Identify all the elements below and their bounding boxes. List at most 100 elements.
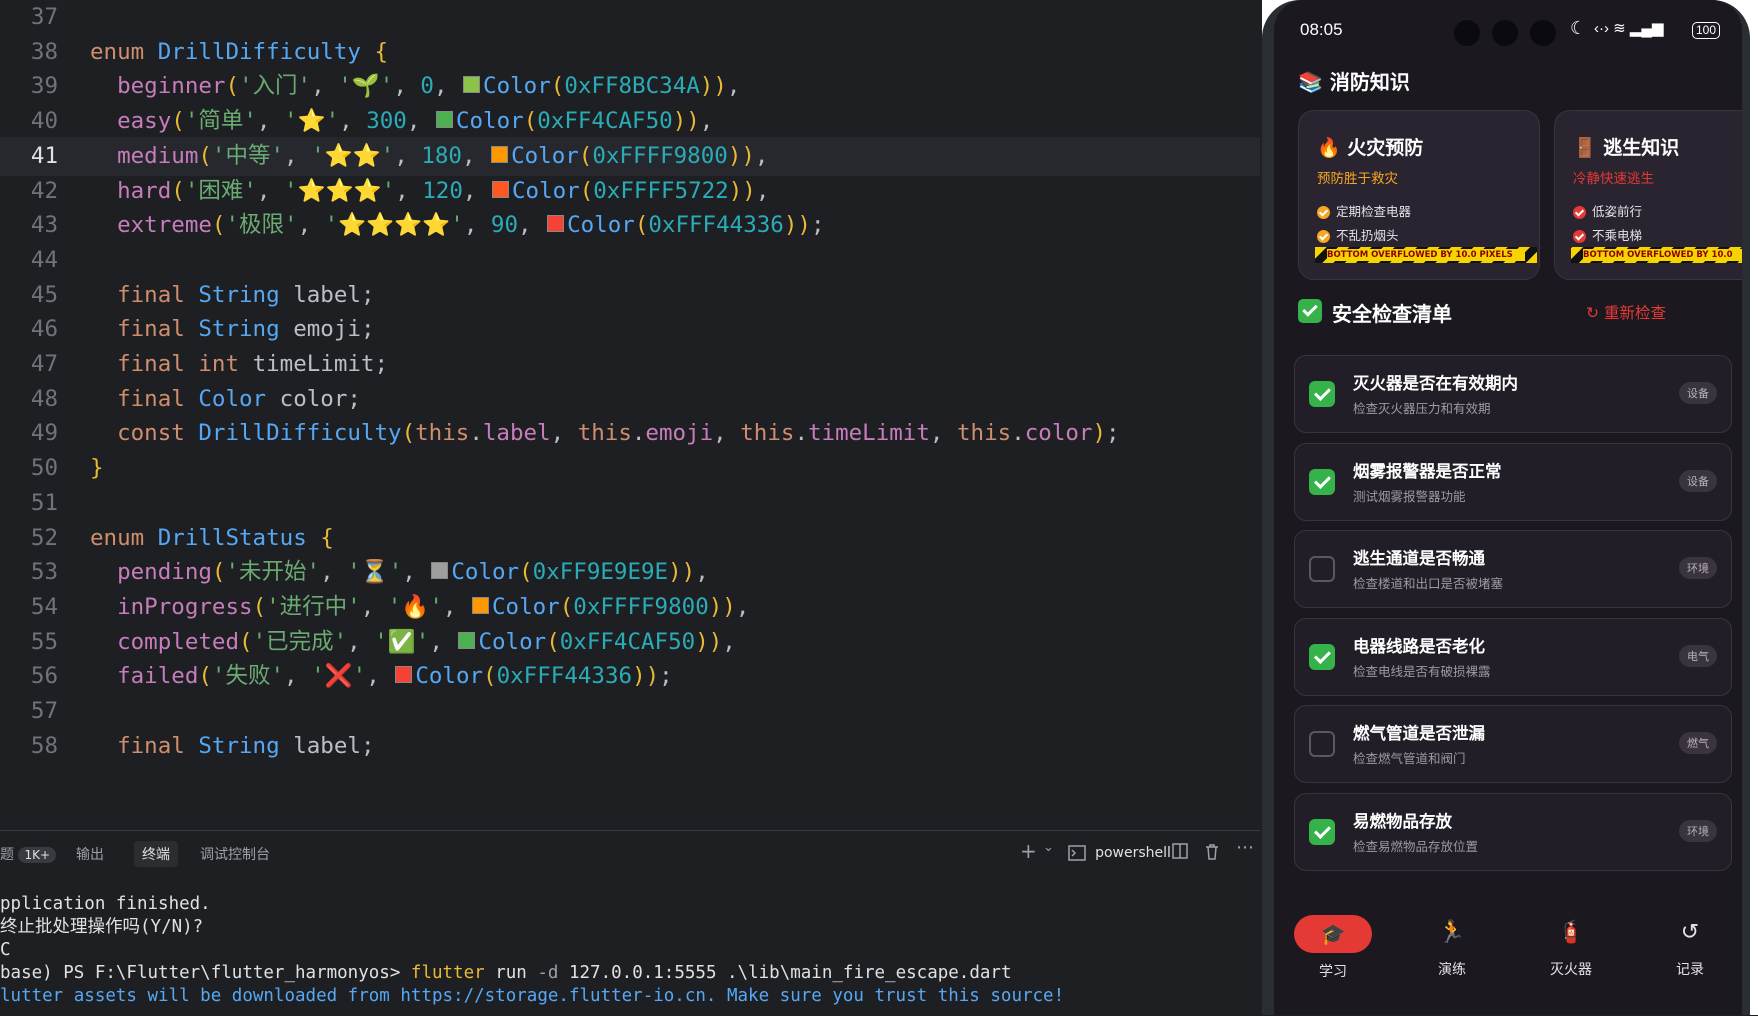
chevron-down-icon[interactable]: ⌄ — [1043, 840, 1054, 855]
code-line[interactable]: 40 easy('简单', '⭐', 300, Color(0xFF4CAF50… — [0, 102, 1260, 141]
tab-output[interactable]: 输出 — [76, 844, 104, 864]
code-line[interactable]: 45 final String label; — [0, 276, 1260, 315]
checkbox-unchecked[interactable] — [1309, 556, 1335, 583]
checklist-item[interactable]: 逃生通道是否畅通 检查楼道和出口是否被堵塞 环境 — [1294, 530, 1732, 609]
card-item: 不乱扔烟头 — [1317, 225, 1399, 244]
color-swatch — [458, 631, 476, 649]
split-terminal-icon[interactable] — [1172, 843, 1188, 863]
card-subtitle: 预防胜于救灾 — [1317, 171, 1398, 187]
terminal-line: pplication finished. — [0, 894, 211, 914]
checkbox-checked[interactable] — [1309, 643, 1335, 670]
trash-icon[interactable] — [1204, 843, 1220, 864]
code-line[interactable]: 54 inProgress('进行中', '🔥', Color(0xFFFF98… — [0, 588, 1260, 627]
line-code: final Color color; — [117, 385, 361, 412]
moon-icon: ☾ — [1570, 18, 1587, 38]
card-item: 不乘电梯 — [1573, 225, 1642, 244]
color-swatch — [472, 596, 489, 614]
panel-tab-bar: 题 1K+ 输出 终端 调试控制台 + ⌄ powershell ⋯ — [0, 831, 1260, 877]
checklist-item-subtitle: 检查电线是否有破损裸露 — [1353, 663, 1491, 679]
terminal-line: 终止批处理操作吗(Y/N)? — [0, 917, 204, 937]
code-line[interactable]: 39 beginner('入门', '🌱', 0, Color(0xFF8BC3… — [0, 67, 1260, 106]
check-circle-icon — [1573, 206, 1586, 219]
line-number: 39 — [30, 73, 58, 100]
tab-terminal[interactable]: 终端 — [134, 841, 178, 867]
line-code: hard('困难', '⭐⭐⭐', 120, Color(0xFFFF5722)… — [117, 177, 770, 204]
checkbox-unchecked[interactable] — [1309, 731, 1335, 758]
line-code: completed('已完成', '✅', Color(0xFF4CAF50))… — [117, 628, 736, 655]
tab-debug-console[interactable]: 调试控制台 — [200, 844, 270, 864]
code-line[interactable]: 57 — [0, 692, 1260, 731]
checklist-item[interactable]: 烟雾报警器是否正常 测试烟雾报警器功能 设备 — [1294, 442, 1732, 521]
line-number: 52 — [30, 524, 58, 551]
line-number: 53 — [30, 559, 58, 586]
code-line[interactable]: 55 completed('已完成', '✅', Color(0xFF4CAF5… — [0, 623, 1260, 662]
line-number: 38 — [30, 38, 58, 65]
color-swatch — [547, 215, 565, 233]
check-circle-icon — [1317, 206, 1330, 219]
terminal-shell-selector[interactable]: powershell — [1068, 842, 1171, 861]
line-code: easy('简单', '⭐', 300, Color(0xFF4CAF50)), — [117, 108, 714, 135]
code-line[interactable]: 47 final int timeLimit; — [0, 345, 1260, 384]
code-editor[interactable]: 37 38 enum DrillDifficulty {39 beginner('入… — [0, 0, 1260, 830]
camera-lens — [1530, 20, 1556, 46]
line-code: final int timeLimit; — [117, 351, 389, 377]
shell-name: powershell — [1095, 845, 1171, 861]
code-line[interactable]: 41 medium('中等', '⭐⭐', 180, Color(0xFFFF9… — [0, 136, 1260, 176]
code-line[interactable]: 46 final String emoji; — [0, 310, 1260, 349]
checkbox-checked[interactable] — [1309, 819, 1335, 845]
checklist-item-title: 逃生通道是否畅通 — [1353, 549, 1485, 569]
line-code: } — [90, 455, 104, 482]
line-code: inProgress('进行中', '🔥', Color(0xFFFF9800)… — [117, 593, 750, 620]
nav-item-records[interactable]: ↺ 记录 — [1645, 915, 1735, 979]
code-line[interactable]: 49 const DrillDifficulty(this.label, thi… — [0, 414, 1260, 453]
category-badge: 环境 — [1679, 820, 1717, 842]
checkbox-checked[interactable] — [1309, 381, 1335, 407]
color-swatch — [463, 76, 481, 94]
knowledge-card-escape[interactable]: 🚪 逃生知识 冷静快速逃生 低姿前行 不乘电梯 BOTTOM OVERFLOWE… — [1554, 110, 1742, 280]
color-swatch — [435, 111, 453, 129]
checklist-item-title: 电器线路是否老化 — [1353, 636, 1485, 656]
line-number: 49 — [30, 420, 58, 447]
reset-checklist-button[interactable]: ↻ 重新检查 — [1586, 301, 1666, 323]
nav-item-drill[interactable]: 🏃 演练 — [1407, 915, 1497, 979]
code-line[interactable]: 52 enum DrillStatus { — [0, 519, 1260, 558]
code-line[interactable]: 51 — [0, 484, 1260, 523]
code-line[interactable]: 56 failed('失败', '❌', Color(0xFFF44336)); — [0, 657, 1260, 696]
code-line[interactable]: 37 — [0, 0, 1260, 37]
code-line[interactable]: 43 extreme('极限', '⭐⭐⭐⭐', 90, Color(0xFFF… — [0, 206, 1260, 245]
code-line[interactable]: 53 pending('未开始', '⏳', Color(0xFF9E9E9E)… — [0, 553, 1260, 592]
tab-problems[interactable]: 题 1K+ — [0, 844, 57, 864]
fire-icon: 🔥 — [1317, 137, 1341, 159]
line-number: 43 — [30, 212, 58, 239]
line-code: final String label; — [117, 732, 375, 759]
camera-lens — [1454, 20, 1480, 46]
books-icon: 📚 — [1298, 70, 1323, 94]
add-terminal-icon[interactable]: + — [1020, 839, 1037, 863]
nav-item-extinguisher[interactable]: 🧯 灭火器 — [1526, 915, 1616, 979]
checklist-item[interactable]: 灭火器是否在有效期内 检查灭火器压力和有效期 设备 — [1294, 355, 1732, 433]
checklist-item[interactable]: 燃气管道是否泄漏 检查燃气管道和阀门 燃气 — [1294, 705, 1732, 784]
code-line[interactable]: 44 — [0, 241, 1260, 280]
line-number: 51 — [30, 489, 58, 516]
category-badge: 设备 — [1679, 382, 1717, 404]
nav-item-study[interactable]: 🎓 学习 — [1288, 915, 1378, 981]
more-options-icon[interactable]: ⋯ — [1236, 837, 1254, 858]
code-line[interactable]: 38 enum DrillDifficulty { — [0, 33, 1260, 72]
checklist-item[interactable]: 易燃物品存放 检查易燃物品存放位置 环境 — [1294, 793, 1732, 871]
category-badge: 电气 — [1679, 644, 1717, 667]
terminal-line: lutter assets will be downloaded from ht… — [0, 986, 1065, 1006]
code-line[interactable]: 50} — [0, 449, 1260, 488]
checklist-header: 安全检查清单 ↻ 重新检查 — [1274, 298, 1742, 328]
code-line[interactable]: 42 hard('困难', '⭐⭐⭐', 120, Color(0xFFFF57… — [0, 172, 1260, 211]
knowledge-card-fire-prevention[interactable]: 🔥 火灾预防 预防胜于救灾 定期检查电器 不乱扔烟头 BOTTOM OVERFL… — [1298, 110, 1540, 280]
checklist-item[interactable]: 电器线路是否老化检查电线是否有破损裸露 电气 — [1294, 617, 1732, 696]
phone-emulator: 08:05 ☾ ‹·› ≋ ▂▄▆ 100 📚 消防知识 🔥 火灾预防 预防胜于… — [1262, 0, 1758, 1015]
code-line[interactable]: 48 final Color color; — [0, 380, 1260, 419]
color-swatch — [431, 562, 449, 580]
app-title: 📚 消防知识 — [1298, 70, 1410, 94]
checkbox-checked[interactable] — [1309, 468, 1335, 495]
signal-status-icons: ‹·› ≋ ▂▄▆ — [1594, 20, 1664, 37]
card-title: 🚪 逃生知识 — [1573, 137, 1680, 159]
code-line[interactable]: 58 final String label; — [0, 727, 1260, 766]
checklist-item-subtitle: 检查灭火器压力和有效期 — [1353, 401, 1491, 416]
